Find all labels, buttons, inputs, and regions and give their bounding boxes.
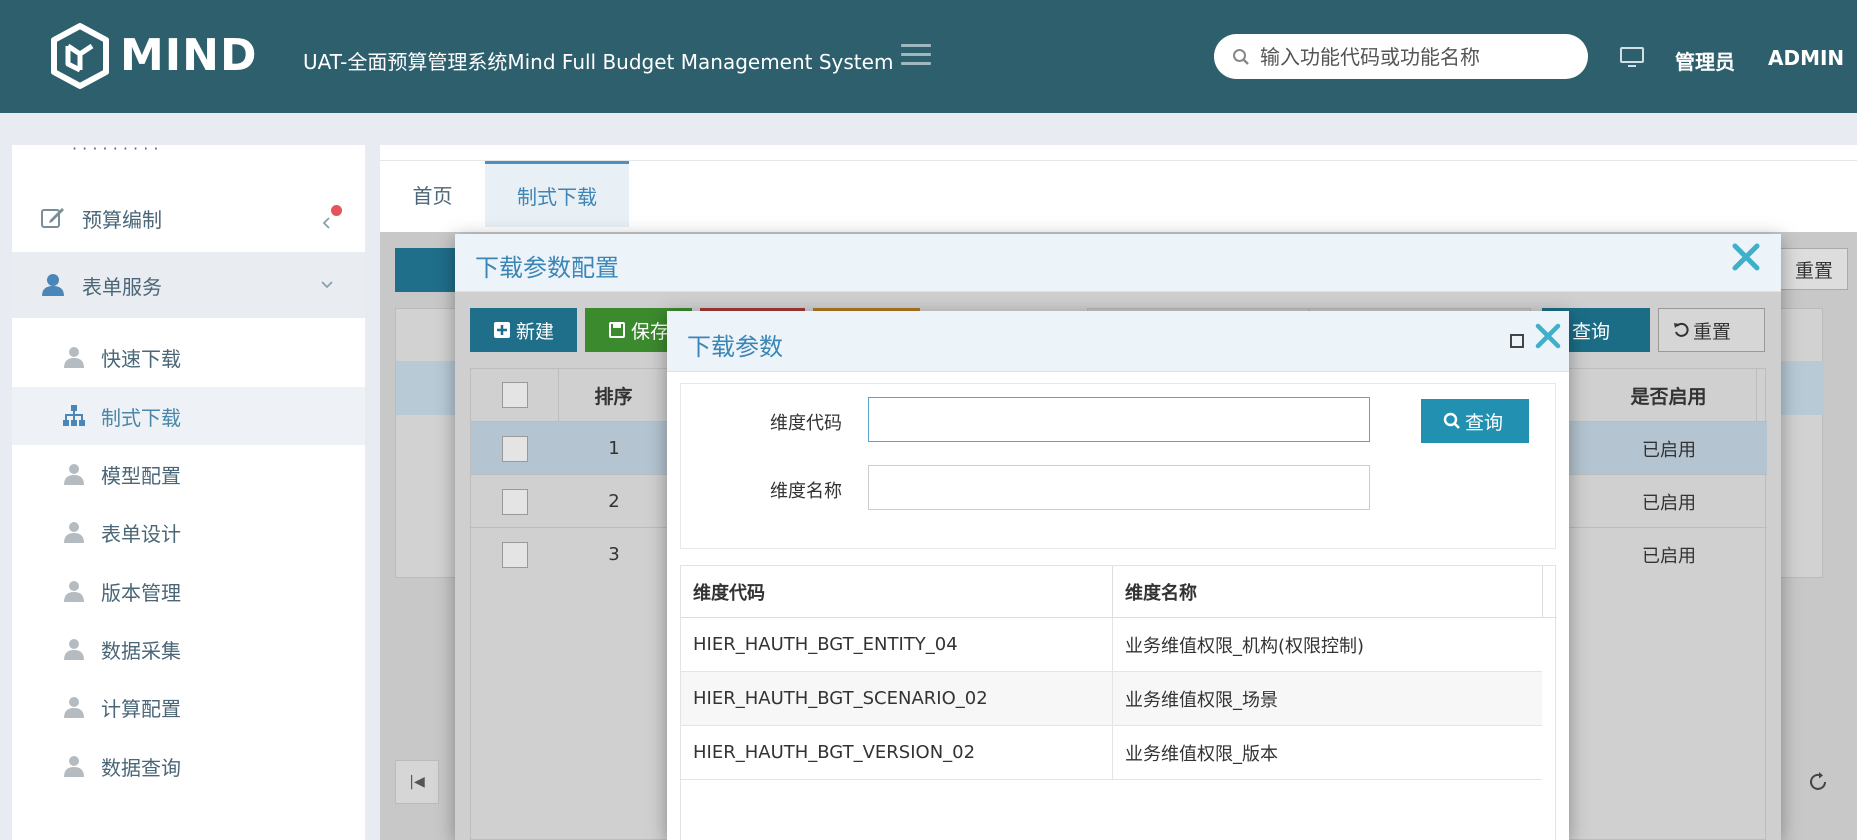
search-icon [1233,48,1249,65]
select-all-header[interactable] [471,369,559,421]
plus-square-icon [494,322,510,338]
notification-dot [331,205,342,216]
sidebar-item-label: 数据采集 [101,638,181,663]
dialog-header: 下载参数 [667,311,1569,372]
dialog-title: 下载参数 [687,333,783,361]
row-checkbox[interactable] [502,541,528,568]
sitemap-icon [63,405,85,426]
sidebar-item-form-design[interactable]: 表单设计 [12,503,365,561]
app-logo[interactable]: MIND [48,22,258,90]
first-page-icon: |◀ [395,760,439,804]
cell-enabled: 已启用 [1642,439,1696,461]
close-icon[interactable] [1729,240,1763,274]
function-search[interactable] [1214,34,1588,79]
edit-icon [41,208,64,228]
user-icon [64,581,84,602]
cell-dimension-name: 业务维值权限_版本 [1125,743,1278,765]
sidebar-scroll-cutoff: · · · · · · · · · [72,145,159,158]
tab-standard-download[interactable]: 制式下载 [485,161,629,227]
query-button[interactable]: 查询 [1421,399,1529,443]
chevron-left-icon [322,217,330,229]
cell-dimension-code: HIER_HAUTH_BGT_SCENARIO_02 [681,672,1113,725]
cell-dimension-name: 业务维值权限_机构(权限控制) [1125,635,1365,657]
column-header[interactable]: 维度代码 [681,566,1113,618]
sidebar-item-data-collection[interactable]: 数据采集 [12,620,365,678]
dimension-code-label: 维度代码 [770,413,842,434]
sidebar-item-label: 制式下载 [101,405,181,430]
user-icon [64,347,84,368]
user-icon [64,464,84,485]
sidebar-item-data-query[interactable]: 数据查询 [12,737,365,795]
sidebar-group-form-service[interactable]: 表单服务 [12,252,365,318]
table-row[interactable]: HIER_HAUTH_BGT_SCENARIO_02 业务维值权限_场景 [681,672,1542,726]
download-params-dialog: 下载参数 维度代码 维度名称 查询 维度代码 维度名称 HIER_HAUTH_B… [667,311,1569,840]
sidebar-item-label: 版本管理 [101,580,181,605]
cell-seq: 3 [608,544,620,565]
user-icon [64,639,84,660]
dimension-name-input[interactable] [868,465,1370,510]
cell-enabled: 已启用 [1642,492,1696,514]
logo-mark-icon [51,23,109,89]
refresh-icon [1810,772,1826,790]
dialog-title: 下载参数配置 [475,254,619,282]
user-icon [64,522,84,543]
dialog-header: 下载参数配置 [455,234,1781,292]
sidebar-item-standard-download[interactable]: 制式下载 [12,387,365,445]
sidebar-group-label: 预算编制 [82,207,162,232]
dimension-grid: 维度代码 维度名称 HIER_HAUTH_BGT_ENTITY_04 业务维值权… [680,565,1557,840]
table-row[interactable]: HIER_HAUTH_BGT_ENTITY_04 业务维值权限_机构(权限控制) [681,618,1542,672]
function-search-input[interactable] [1260,44,1560,69]
sidebar-item-label: 数据查询 [101,755,181,780]
cell-seq: 1 [608,438,620,459]
close-icon[interactable] [1533,321,1563,351]
system-title: UAT-全面预算管理系统Mind Full Budget Management … [303,50,894,74]
grid-header: 维度代码 维度名称 [681,566,1557,618]
undo-icon [1674,322,1689,337]
menu-toggle-icon[interactable] [901,44,931,68]
row-checkbox[interactable] [502,488,528,515]
search-icon [1443,412,1460,429]
cell-enabled: 已启用 [1642,545,1696,567]
cell-dimension-code: HIER_HAUTH_BGT_VERSION_02 [681,726,1113,779]
column-header[interactable]: 维度名称 [1113,566,1543,618]
sidebar-item-quick-download[interactable]: 快速下载 [12,328,365,386]
reset-button[interactable]: 重置 [1658,308,1765,352]
monitor-icon[interactable] [1620,47,1644,67]
cell-dimension-name: 业务维值权限_场景 [1125,689,1278,711]
select-all-checkbox[interactable] [501,382,528,408]
sidebar-item-label: 计算配置 [101,696,181,721]
role-label[interactable]: 管理员 [1675,46,1735,75]
cell-dimension-code: HIER_HAUTH_BGT_ENTITY_04 [681,618,1113,671]
sidebar-item-label: 快速下载 [101,346,181,371]
tab-bar: 首页 制式下载 [380,160,1857,227]
row-checkbox[interactable] [502,435,528,462]
sidebar-group-label: 表单服务 [82,274,162,299]
maximize-icon[interactable] [1510,334,1524,348]
sidebar: · · · · · · · · · 预算编制 表单服务 快速下载 制式下载 模型… [12,145,365,840]
sidebar-item-version-mgmt[interactable]: 版本管理 [12,562,365,620]
logo-text: MIND [120,30,258,81]
dimension-name-label: 维度名称 [770,481,842,502]
column-header[interactable]: 是否启用 [1581,369,1757,421]
user-icon [64,756,84,777]
sidebar-group-budget-edit[interactable]: 预算编制 [12,185,365,251]
column-header[interactable]: 排序 [559,369,669,421]
user-icon [64,697,84,718]
save-icon [609,322,625,338]
sidebar-item-label: 模型配置 [101,463,181,488]
chevron-down-icon [321,281,333,289]
table-row[interactable]: HIER_HAUTH_BGT_VERSION_02 业务维值权限_版本 [681,726,1542,780]
user-icon [42,274,64,296]
sidebar-item-calc-config[interactable]: 计算配置 [12,678,365,736]
user-name[interactable]: ADMIN [1768,46,1844,70]
top-header: MIND UAT-全面预算管理系统Mind Full Budget Manage… [0,0,1857,113]
dimension-code-input[interactable] [868,397,1370,442]
sidebar-item-label: 表单设计 [101,521,181,546]
tab-home[interactable]: 首页 [380,161,485,227]
new-button[interactable]: 新建 [470,308,577,352]
cell-seq: 2 [608,491,620,512]
sidebar-item-model-config[interactable]: 模型配置 [12,445,365,503]
